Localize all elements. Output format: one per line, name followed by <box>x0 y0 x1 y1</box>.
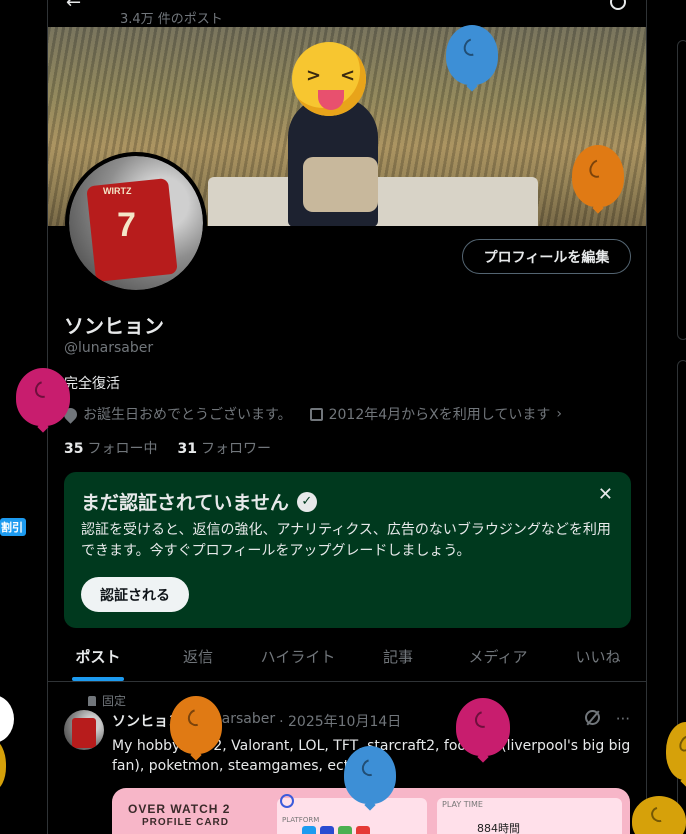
profile-handle: @lunarsaber <box>64 340 154 356</box>
tab-highlights[interactable]: ハイライト <box>248 632 348 681</box>
search-icon[interactable] <box>610 0 626 10</box>
playstation-icon <box>320 826 334 834</box>
post-avatar[interactable] <box>64 710 104 750</box>
profile-header: ← 3.4万 件のポスト <box>48 0 646 27</box>
tab-articles[interactable]: 記事 <box>348 632 448 681</box>
profile-avatar[interactable]: WIRTZ 7 <box>65 152 207 294</box>
follow-stats: 35 フォロー中 31 フォロワー <box>64 438 271 458</box>
balloon-icon <box>0 740 6 790</box>
get-verified-button[interactable]: 認証される <box>81 577 189 612</box>
joined-link[interactable]: 2012年4月からXを利用しています › <box>309 404 562 424</box>
tab-likes[interactable]: いいね <box>548 632 646 681</box>
switch-icon <box>356 826 370 834</box>
battlenet-icon <box>302 826 316 834</box>
profile-name: ソンヒョン <box>64 314 164 338</box>
balloon-icon <box>16 368 70 426</box>
profile-meta: お誕生日おめでとうございます。 2012年4月からXを利用しています › <box>61 404 562 424</box>
emoji-eye: < <box>340 65 356 86</box>
pin-icon <box>88 695 96 706</box>
profile-bio: 完全復活 <box>64 376 120 392</box>
profile-location: お誕生日おめでとうございます。 <box>83 407 292 423</box>
tab-posts[interactable]: ポスト <box>48 632 148 681</box>
right-panel-edge <box>677 40 686 340</box>
left-rail-badge: 割引 <box>0 518 26 536</box>
left-rail-avatar[interactable] <box>0 695 14 743</box>
close-icon[interactable]: ✕ <box>598 484 613 505</box>
followers-link[interactable]: 31 フォロワー <box>177 438 270 458</box>
edit-profile-button[interactable]: プロフィールを編集 <box>462 239 631 274</box>
banner-bag <box>303 157 378 212</box>
emoji-eye: > <box>306 65 322 86</box>
post-header: ソンヒョン @lunarsaber · 2025年10月14日 <box>112 711 401 731</box>
profile-joined: 2012年4月からXを利用しています <box>328 407 551 423</box>
grok-icon[interactable] <box>584 710 600 725</box>
verification-banner: まだ認証されていません ✓ ✕ 認証を受けると、返信の強化、アナリティクス、広告… <box>64 472 631 628</box>
balloon-icon <box>456 698 510 756</box>
following-link[interactable]: 35 フォロー中 <box>64 438 157 458</box>
pinned-indicator: 固定 <box>88 692 126 709</box>
balloon-icon <box>170 696 222 754</box>
profile-tabs: ポスト 返信 ハイライト 記事 メディア いいね <box>48 632 646 682</box>
balloon-icon <box>446 25 498 85</box>
balloon-icon <box>344 746 396 804</box>
verification-text: 認証を受けると、返信の強化、アナリティクス、広告のないブラウジングなどを利用でき… <box>81 522 611 559</box>
more-dots-icon[interactable]: ··· <box>616 710 630 728</box>
xbox-icon <box>338 826 352 834</box>
profile-column: ← 3.4万 件のポスト > < WIRTZ 7 プロフィールを編集 ソンヒョン… <box>47 0 647 834</box>
verification-title: まだ認証されていません <box>81 492 289 514</box>
chevron-right-icon: › <box>556 406 562 422</box>
tab-replies[interactable]: 返信 <box>148 632 248 681</box>
tab-media[interactable]: メディア <box>448 632 548 681</box>
male-symbol-icon <box>280 794 294 808</box>
post-date[interactable]: · 2025年10月14日 <box>279 711 401 731</box>
post-count: 3.4万 件のポスト <box>120 12 223 27</box>
balloon-icon <box>572 145 624 207</box>
balloon-icon <box>666 722 686 780</box>
post-actions: ··· <box>584 710 630 728</box>
calendar-icon <box>309 407 323 421</box>
verified-check-icon: ✓ <box>296 491 317 512</box>
arrow-left-icon[interactable]: ← <box>66 0 81 13</box>
